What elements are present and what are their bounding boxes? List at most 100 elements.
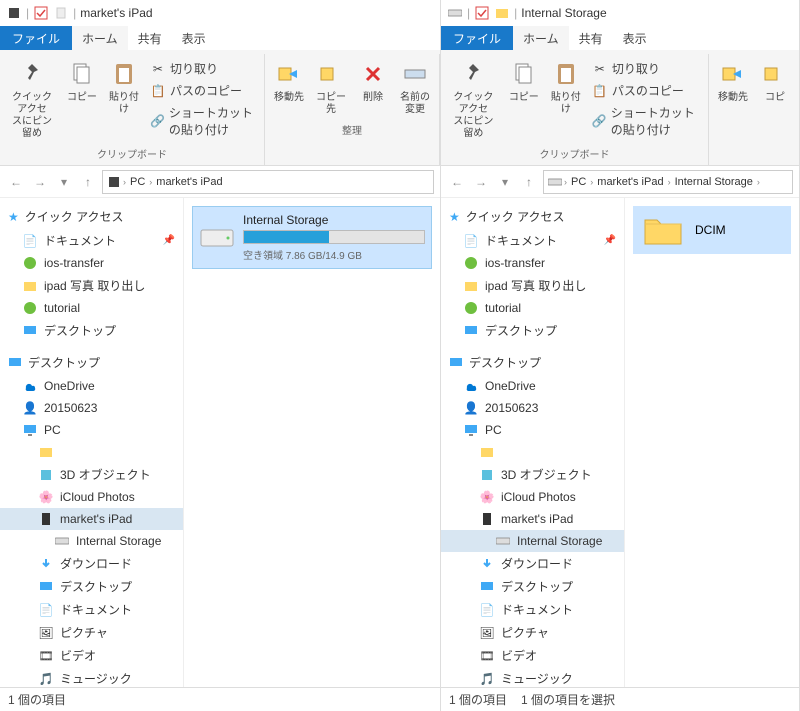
sidebar-item-music[interactable]: 🎵ミュージック xyxy=(441,667,624,687)
scissors-icon: ✂ xyxy=(592,61,608,77)
cut-button[interactable]: ✂切り取り xyxy=(146,58,260,79)
tab-home[interactable]: ホーム xyxy=(513,26,569,51)
sidebar-item-folder[interactable] xyxy=(441,441,624,463)
paste-icon xyxy=(550,58,582,90)
cut-button[interactable]: ✂切り取り xyxy=(588,58,704,79)
sidebar-item-ipad[interactable]: market's iPad xyxy=(0,508,183,530)
nav-back[interactable]: ← xyxy=(447,172,467,192)
tab-view[interactable]: 表示 xyxy=(172,26,216,51)
nav-back[interactable]: ← xyxy=(6,172,26,192)
sidebar-item-documents2[interactable]: 📄ドキュメント xyxy=(0,598,183,621)
tab-file[interactable]: ファイル xyxy=(0,26,72,51)
sidebar-item-ipad[interactable]: market's iPad xyxy=(441,508,624,530)
tab-share[interactable]: 共有 xyxy=(569,26,613,51)
pasteshortcut-button[interactable]: 🔗ショートカットの貼り付け xyxy=(146,102,260,140)
sidebar-item-internal-storage[interactable]: Internal Storage xyxy=(0,530,183,552)
sidebar-item-ipad-photo[interactable]: ipad 写真 取り出し xyxy=(441,274,624,297)
tab-share[interactable]: 共有 xyxy=(128,26,172,51)
main-pane[interactable]: Internal Storage 空き領域 7.86 GB/14.9 GB xyxy=(184,198,440,687)
sidebar-item-3d[interactable]: 3D オブジェクト xyxy=(441,463,624,486)
desktop-icon xyxy=(449,356,463,370)
moveto-button[interactable]: 移動先 xyxy=(269,54,309,108)
tab-file[interactable]: ファイル xyxy=(441,26,513,51)
copy-button[interactable]: コピー xyxy=(62,54,102,108)
sidebar-item-ios-transfer[interactable]: ios-transfer xyxy=(0,252,183,274)
sidebar-item-icloud[interactable]: 🌸iCloud Photos xyxy=(0,486,183,508)
sidebar-item-documents[interactable]: 📄ドキュメント📌 xyxy=(441,229,624,252)
main-pane[interactable]: DCIM xyxy=(625,198,799,687)
ribbon-group-organize: 移動先 コピ xyxy=(709,54,799,165)
sidebar-item-ipad-photo[interactable]: ipad 写真 取り出し xyxy=(0,274,183,297)
sidebar-item-tutorial[interactable]: tutorial xyxy=(0,297,183,319)
paste-button[interactable]: 貼り付け xyxy=(104,54,144,120)
ribbon-group-organize: 移動先 コピー先 削除 名前の 変更 整理 xyxy=(265,54,440,165)
rename-button[interactable]: 名前の 変更 xyxy=(395,54,435,120)
group-label: 整理 xyxy=(342,120,362,141)
ribbon: クイック アクセ スにピン留め コピー 貼り付け ✂切り取り 📋パスのコピー 🔗… xyxy=(441,50,799,166)
delete-button[interactable]: 削除 xyxy=(353,54,393,108)
sidebar-item-tutorial[interactable]: tutorial xyxy=(441,297,624,319)
copyto-icon xyxy=(759,58,791,90)
tab-home[interactable]: ホーム xyxy=(72,26,128,51)
sidebar-item-downloads[interactable]: ダウンロード xyxy=(441,552,624,575)
quick-access-header[interactable]: ★クイック アクセス xyxy=(0,204,183,229)
tab-view[interactable]: 表示 xyxy=(613,26,657,51)
music-icon: 🎵 xyxy=(38,671,54,687)
sidebar-item-pc[interactable]: PC xyxy=(0,419,183,441)
desktop-header[interactable]: デスクトップ xyxy=(441,350,624,375)
sidebar-item-internal-storage[interactable]: Internal Storage xyxy=(441,530,624,552)
nav-up[interactable]: ↑ xyxy=(519,172,539,192)
sidebar-item-pictures[interactable]: 🖼ピクチャ xyxy=(441,621,624,644)
nav-dropdown[interactable]: ▾ xyxy=(54,172,74,192)
drive-item[interactable]: Internal Storage 空き領域 7.86 GB/14.9 GB xyxy=(192,206,432,269)
picture-icon: 🖼 xyxy=(479,625,495,641)
save-icon[interactable] xyxy=(33,5,49,21)
sidebar-item-ios-transfer[interactable]: ios-transfer xyxy=(441,252,624,274)
nav-forward[interactable]: → xyxy=(30,172,50,192)
sidebar-item-videos[interactable]: 🎞ビデオ xyxy=(441,644,624,667)
save-icon[interactable] xyxy=(474,5,490,21)
picture-icon: 🖼 xyxy=(38,625,54,641)
sidebar-item-desktop[interactable]: デスクトップ xyxy=(441,319,624,342)
paste-button[interactable]: 貼り付け xyxy=(546,54,586,120)
sidebar-item-pictures[interactable]: 🖼ピクチャ xyxy=(0,621,183,644)
breadcrumb[interactable]: › PC › market's iPad xyxy=(102,170,434,194)
pin-button[interactable]: クイック アクセ スにピン留め xyxy=(445,54,502,144)
copyto-button[interactable]: コピー先 xyxy=(311,54,351,120)
sidebar-item-documents2[interactable]: 📄ドキュメント xyxy=(441,598,624,621)
folder-item[interactable]: DCIM xyxy=(633,206,791,254)
copypath-button[interactable]: 📋パスのコピー xyxy=(588,80,704,101)
pasteshortcut-button[interactable]: 🔗ショートカットの貼り付け xyxy=(588,102,704,140)
sidebar-item-desktop2[interactable]: デスクトップ xyxy=(441,575,624,598)
sidebar-item-desktop[interactable]: デスクトップ xyxy=(0,319,183,342)
sidebar-item-onedrive[interactable]: OneDrive xyxy=(441,375,624,397)
sidebar-item-desktop2[interactable]: デスクトップ xyxy=(0,575,183,598)
shortcut-icon: 🔗 xyxy=(150,113,165,129)
shortcut-icon: 🔗 xyxy=(592,113,607,129)
sidebar-item-folder[interactable] xyxy=(0,441,183,463)
copypath-button[interactable]: 📋パスのコピー xyxy=(146,80,260,101)
sidebar-item-user[interactable]: 👤20150623 xyxy=(0,397,183,419)
breadcrumb[interactable]: › PC › market's iPad › Internal Storage … xyxy=(543,170,793,194)
sidebar-item-user[interactable]: 👤20150623 xyxy=(441,397,624,419)
copyto-button[interactable]: コピ xyxy=(755,54,795,108)
nav-up[interactable]: ↑ xyxy=(78,172,98,192)
desktop-header[interactable]: デスクトップ xyxy=(0,350,183,375)
sidebar-item-documents[interactable]: 📄ドキュメント📌 xyxy=(0,229,183,252)
sidebar-item-onedrive[interactable]: OneDrive xyxy=(0,375,183,397)
device-icon xyxy=(107,175,121,189)
sidebar-item-icloud[interactable]: 🌸iCloud Photos xyxy=(441,486,624,508)
sidebar-item-videos[interactable]: 🎞ビデオ xyxy=(0,644,183,667)
nav-forward[interactable]: → xyxy=(471,172,491,192)
pin-button[interactable]: クイック アクセ スにピン留め xyxy=(4,54,60,144)
copy-button[interactable]: コピー xyxy=(504,54,544,108)
nav-dropdown[interactable]: ▾ xyxy=(495,172,515,192)
sidebar-item-3d[interactable]: 3D オブジェクト xyxy=(0,463,183,486)
quick-access-header[interactable]: ★クイック アクセス xyxy=(441,204,624,229)
moveto-button[interactable]: 移動先 xyxy=(713,54,753,108)
sidebar-item-music[interactable]: 🎵ミュージック xyxy=(0,667,183,687)
sidebar-item-downloads[interactable]: ダウンロード xyxy=(0,552,183,575)
folder-icon xyxy=(641,212,685,248)
sidebar-item-pc[interactable]: PC xyxy=(441,419,624,441)
download-icon xyxy=(479,556,495,572)
